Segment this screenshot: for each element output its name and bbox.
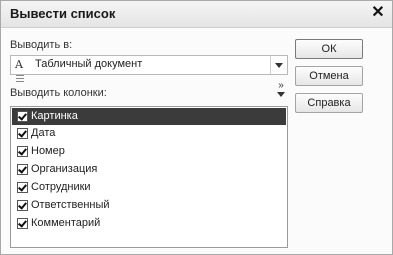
checkbox[interactable] [17, 164, 28, 175]
checkbox[interactable] [17, 218, 28, 229]
output-select-value: Табличный документ [35, 58, 143, 70]
list-item-label: Номер [31, 145, 65, 157]
output-select[interactable]: A Табличный документ [10, 55, 288, 82]
spreadsheet-doc-icon: A [15, 58, 31, 82]
columns-list[interactable]: Картинка Дата Номер Организация Сотрудни… [10, 106, 288, 248]
list-item[interactable]: Сотрудники [12, 179, 286, 196]
window-title: Вывести список [10, 6, 116, 21]
checkbox[interactable] [17, 111, 28, 122]
list-item[interactable]: Организация [12, 161, 286, 178]
more-options-icon[interactable]: » [275, 81, 287, 101]
list-item-label: Комментарий [31, 217, 101, 229]
list-item-label: Сотрудники [31, 181, 91, 193]
list-item[interactable]: Номер [12, 143, 286, 160]
list-item[interactable]: Ответственный [12, 197, 286, 214]
checkbox[interactable] [17, 128, 28, 139]
list-item[interactable]: Комментарий [12, 215, 286, 232]
list-item[interactable]: Картинка [12, 108, 286, 125]
chevron-down-icon[interactable] [270, 56, 287, 74]
chevron-down-icon [277, 92, 285, 97]
columns-label: Выводить колонки: [10, 87, 107, 99]
checkbox[interactable] [17, 146, 28, 157]
title-bar: Вывести список ✕ [1, 1, 392, 28]
list-item-label: Организация [31, 163, 98, 175]
double-chevron-icon: » [278, 80, 284, 91]
checkbox[interactable] [17, 182, 28, 193]
list-item-label: Ответственный [31, 199, 110, 211]
cancel-button[interactable]: Отмена [295, 66, 363, 86]
dialog-window: Вывести список ✕ Выводить в: A Табличный… [0, 0, 393, 255]
help-button[interactable]: Справка [295, 93, 363, 113]
list-item-label: Картинка [31, 110, 78, 122]
ok-button[interactable]: ОК [295, 39, 363, 59]
list-item[interactable]: Дата [12, 125, 286, 142]
checkbox[interactable] [17, 200, 28, 211]
close-icon[interactable]: ✕ [370, 4, 386, 22]
output-label: Выводить в: [10, 39, 73, 51]
list-item-label: Дата [31, 127, 56, 139]
